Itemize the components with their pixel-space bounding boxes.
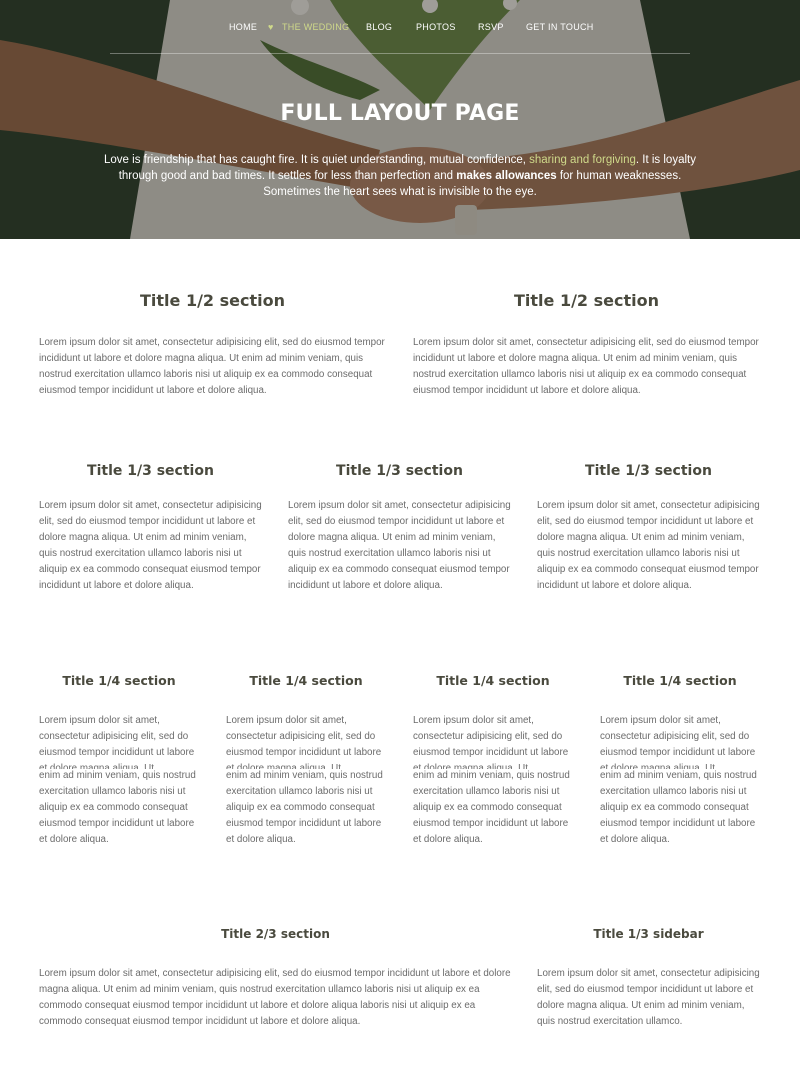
quarter-section-title-1: Title 1/4 section — [62, 673, 176, 688]
quarter-section-text-top-4: Lorem ipsum dolor sit amet, consectetur … — [600, 715, 756, 769]
half-section-text-2: Lorem ipsum dolor sit amet, consectetur … — [413, 337, 759, 396]
hero-banner: HOME ♥ THE WEDDING BLOG PHOTOS RSVP GET … — [0, 0, 800, 239]
page-title: FULL LAYOUT PAGE — [280, 101, 520, 126]
quarter-section-text-top-3: Lorem ipsum dolor sit amet, consectetur … — [413, 715, 569, 769]
sidebar-text: Lorem ipsum dolor sit amet, consectetur … — [537, 968, 760, 1027]
half-section-title-1: Title 1/2 section — [139, 291, 285, 310]
third-section-text-3: Lorem ipsum dolor sit amet, consectetur … — [537, 500, 760, 591]
third-section-title-1: Title 1/3 section — [87, 463, 214, 479]
quarter-section-text-bottom-1: enim ad minim veniam, quis nostrud exerc… — [39, 770, 196, 845]
quarter-section-text-bottom-4: enim ad minim veniam, quis nostrud exerc… — [600, 770, 757, 845]
quarter-section-text-bottom-3: enim ad minim veniam, quis nostrud exerc… — [413, 770, 570, 845]
quarter-section-title-2: Title 1/4 section — [249, 673, 363, 688]
nav-divider — [110, 53, 690, 54]
two-thirds-section-title: Title 2/3 section — [221, 927, 330, 941]
hero-quote-bold: makes allowances — [456, 170, 557, 182]
quarter-section-title-3: Title 1/4 section — [436, 673, 550, 688]
hero-quote: Love is friendship that has caught fire.… — [100, 152, 700, 200]
hero-quote-highlight: sharing and forgiving — [529, 154, 636, 166]
quarter-section-text-bottom-2: enim ad minim veniam, quis nostrud exerc… — [226, 770, 383, 845]
quarter-section-text-top-2: Lorem ipsum dolor sit amet, consectetur … — [226, 715, 382, 769]
quarter-section-title-4: Title 1/4 section — [623, 673, 737, 688]
nav-get-in-touch[interactable]: GET IN TOUCH — [526, 22, 594, 32]
quarter-section-text-top-1: Lorem ipsum dolor sit amet, consectetur … — [39, 715, 195, 769]
sidebar-title: Title 1/3 sidebar — [593, 927, 704, 941]
half-section-title-2: Title 1/2 section — [513, 291, 659, 310]
half-section-text-1: Lorem ipsum dolor sit amet, consectetur … — [39, 337, 385, 396]
nav-the-wedding[interactable]: THE WEDDING — [282, 22, 349, 32]
third-section-text-1: Lorem ipsum dolor sit amet, consectetur … — [39, 500, 262, 591]
main-nav: HOME ♥ THE WEDDING BLOG PHOTOS RSVP GET … — [0, 0, 800, 54]
nav-photos[interactable]: PHOTOS — [416, 22, 456, 32]
third-section-title-2: Title 1/3 section — [336, 463, 463, 479]
third-section-text-2: Lorem ipsum dolor sit amet, consectetur … — [288, 500, 511, 591]
nav-blog[interactable]: BLOG — [366, 22, 392, 32]
nav-home[interactable]: HOME — [229, 22, 257, 32]
nav-rsvp[interactable]: RSVP — [478, 22, 504, 32]
heart-icon: ♥ — [268, 22, 274, 32]
third-section-title-3: Title 1/3 section — [585, 463, 712, 479]
hero-quote-part1: Love is friendship that has caught fire.… — [104, 154, 530, 166]
two-thirds-section-text: Lorem ipsum dolor sit amet, consectetur … — [39, 968, 511, 1027]
